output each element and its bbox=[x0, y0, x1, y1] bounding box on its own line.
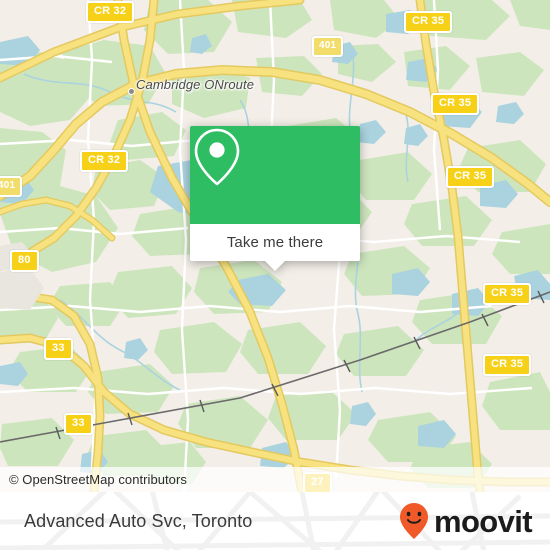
screenshot-root: Cambridge ONroute CR 32 401 CR 35 CR 35 … bbox=[0, 0, 550, 550]
shield-401-left[interactable]: 401 bbox=[0, 176, 23, 197]
moovit-wordmark: moovit bbox=[433, 503, 533, 539]
shield-cr-32-left[interactable]: CR 32 bbox=[80, 150, 129, 172]
moovit-pin-smiley-icon bbox=[399, 503, 428, 539]
map-label-cambridge-onroute: Cambridge ONroute bbox=[136, 77, 255, 92]
shield-cr-35-mid[interactable]: CR 35 bbox=[446, 166, 495, 188]
attribution-text[interactable]: © OpenStreetMap contributors bbox=[0, 472, 187, 487]
footer-bar: Advanced Auto Svc, Toronto moovit bbox=[0, 492, 550, 550]
popup-footer[interactable]: Take me there bbox=[190, 224, 360, 261]
shield-cr-35-upper[interactable]: CR 35 bbox=[431, 93, 480, 115]
shield-cr-35-top[interactable]: CR 35 bbox=[404, 11, 453, 33]
shield-401-top[interactable]: 401 bbox=[312, 36, 344, 57]
place-name-label: Advanced Auto Svc, Toronto bbox=[24, 510, 253, 531]
map-pin-icon bbox=[194, 128, 240, 186]
popup-header bbox=[190, 126, 360, 224]
shield-80-left[interactable]: 80 bbox=[10, 250, 39, 272]
poi-marker-dot bbox=[128, 88, 135, 95]
shield-33-lower[interactable]: 33 bbox=[64, 413, 93, 435]
popup-label: Take me there bbox=[226, 234, 324, 251]
map-attribution-bar: © OpenStreetMap contributors bbox=[0, 467, 550, 492]
map-canvas[interactable]: Cambridge ONroute CR 32 401 CR 35 CR 35 … bbox=[0, 0, 550, 492]
shield-cr-35-bottom[interactable]: CR 35 bbox=[483, 354, 532, 376]
shield-cr-35-lower[interactable]: CR 35 bbox=[483, 283, 532, 305]
popup-pointer bbox=[264, 260, 286, 271]
take-me-there-popup[interactable]: Take me there bbox=[190, 126, 360, 271]
shield-cr-32-top[interactable]: CR 32 bbox=[86, 1, 135, 23]
shield-33-upper[interactable]: 33 bbox=[44, 338, 73, 360]
moovit-logo[interactable]: moovit bbox=[399, 492, 533, 550]
